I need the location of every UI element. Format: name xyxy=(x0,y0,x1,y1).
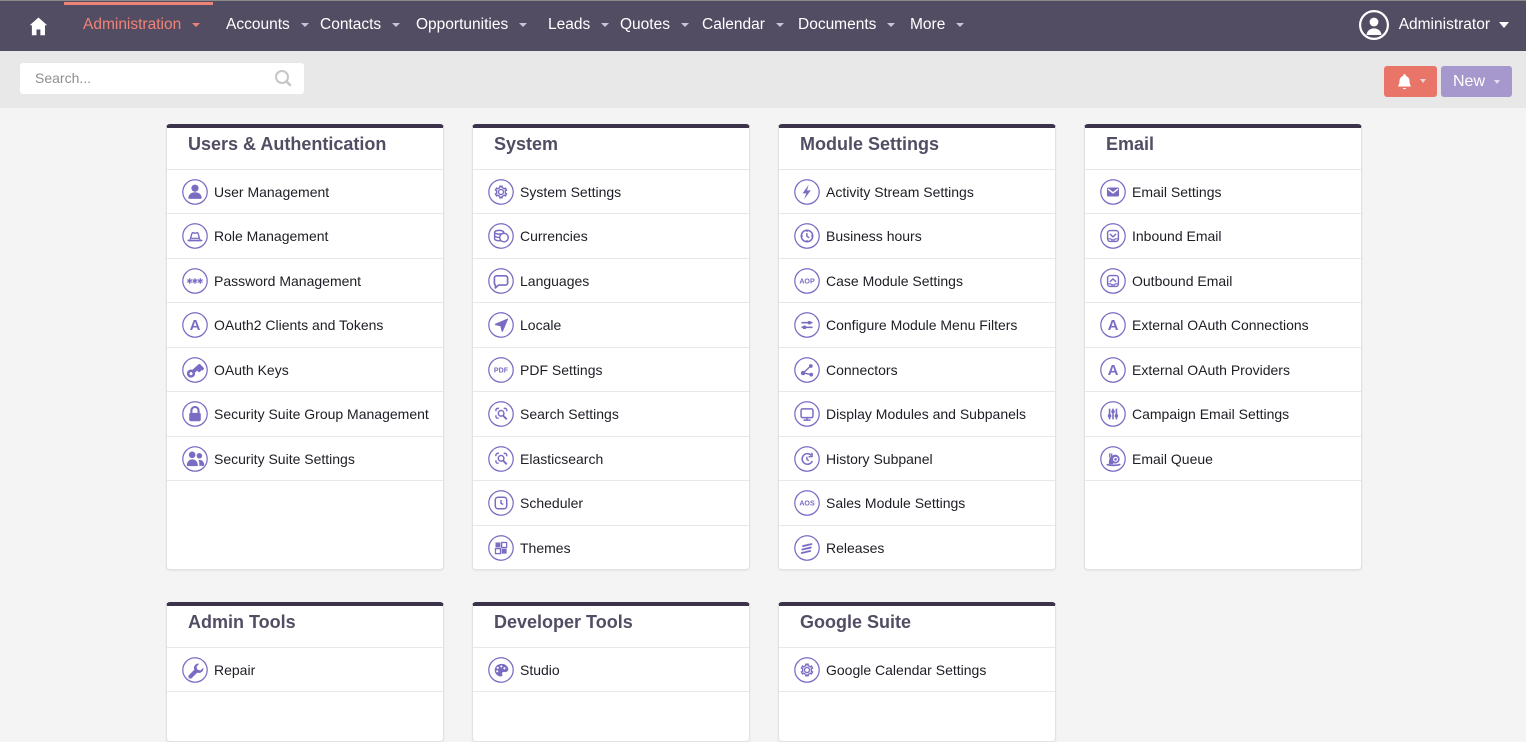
svg-text:A: A xyxy=(1108,362,1119,379)
svg-text:A: A xyxy=(190,318,201,335)
svg-text:A: A xyxy=(1108,318,1119,335)
svg-text:AOP: AOP xyxy=(799,277,815,285)
svg-text:PDF: PDF xyxy=(494,366,509,374)
svg-text:AOS: AOS xyxy=(799,499,815,507)
